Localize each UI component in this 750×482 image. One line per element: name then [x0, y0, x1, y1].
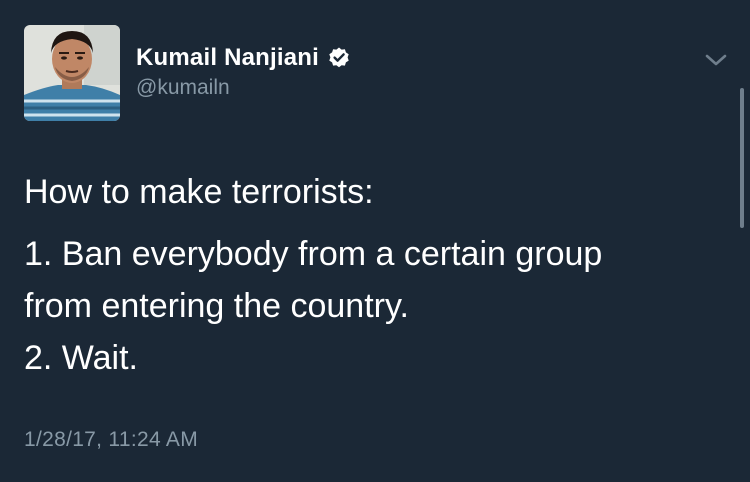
tweet-text-line: How to make terrorists: [24, 173, 374, 211]
name-row: Kumail Nanjiani [136, 42, 351, 74]
tweet-text-line: from entering the country. [24, 287, 409, 325]
user-block[interactable]: Kumail Nanjiani @kumailn [136, 42, 351, 100]
tweet-text: How to make terrorists: 1. Ban everybody… [24, 166, 724, 384]
display-name[interactable]: Kumail Nanjiani [136, 44, 319, 72]
chevron-down-icon[interactable] [703, 50, 729, 70]
scrollbar[interactable] [740, 88, 744, 228]
avatar[interactable] [24, 25, 120, 121]
tweet-text-line: 2. Wait. [24, 339, 138, 377]
tweet-text-line: 1. Ban everybody from a certain group [24, 235, 603, 273]
tweet-timestamp[interactable]: 1/28/17, 11:24 AM [24, 428, 198, 452]
user-handle[interactable]: @kumailn [136, 76, 351, 100]
verified-badge-icon [327, 46, 351, 70]
avatar-image [24, 25, 120, 121]
tweet-card: Kumail Nanjiani @kumailn How to make ter… [0, 0, 750, 482]
